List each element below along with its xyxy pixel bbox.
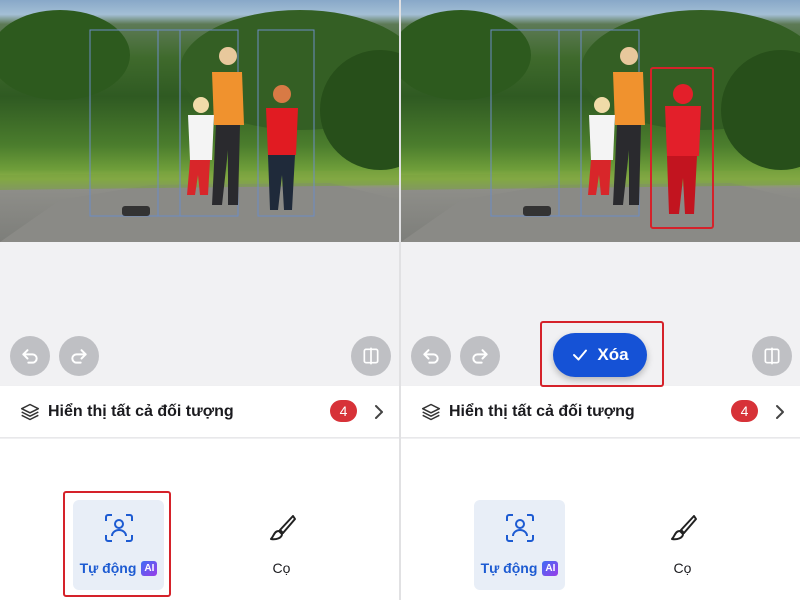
undo-button[interactable] [10,336,50,376]
chevron-right-icon [375,405,383,419]
auto-tool-button[interactable]: Tự động AI [474,500,565,590]
person-scan-icon [505,514,534,542]
brush-tool-button[interactable]: Cọ [236,500,327,590]
compare-icon [363,347,379,365]
auto-tool-text: Tự động [79,560,137,576]
ai-badge: AI [542,560,559,576]
show-all-objects-label: Hiển thị tất cả đối tượng [48,402,234,420]
family-running-photo-selected [401,10,800,242]
redo-icon [71,349,87,364]
auto-tool-label: Tự động AI [80,560,158,576]
photo-preview[interactable] [0,0,399,242]
redo-icon [472,349,488,364]
person-scan-icon [104,514,133,542]
compare-icon [764,347,780,365]
right-screen: Hiển thị tất cả đối tượng 4 Tự động AI C… [401,0,800,600]
brush-tool-label: Cọ [272,560,291,576]
show-all-objects-row[interactable]: Hiển thị tất cả đối tượng 4 [0,386,399,438]
redo-button[interactable] [59,336,99,376]
object-count-badge: 4 [330,400,357,422]
compare-button[interactable] [351,336,391,376]
left-screen: Hiển thị tất cả đối tượng 4 Tự động AI C… [0,0,399,600]
photo-preview-selected[interactable] [401,0,800,242]
ai-badge: AI [141,560,158,576]
comparison-screenshot: Hiển thị tất cả đối tượng 4 Tự động AI C… [0,0,800,600]
tool-bar: Tự động AI Cọ [401,439,800,600]
brush-icon [670,515,697,541]
delete-button[interactable]: Xóa [553,333,647,377]
auto-tool-label: Tự động AI [481,560,559,576]
show-all-objects-label: Hiển thị tất cả đối tượng [449,402,635,420]
layers-icon [20,403,40,420]
auto-tool-text: Tự động [480,560,538,576]
auto-tool-button[interactable]: Tự động AI [73,500,164,590]
brush-icon [269,515,296,541]
brush-tool-button[interactable]: Cọ [637,500,728,590]
check-icon [573,349,588,361]
compare-button[interactable] [752,336,792,376]
redo-button[interactable] [460,336,500,376]
chevron-right-icon [776,405,784,419]
undo-icon [22,349,38,364]
brush-tool-label: Cọ [673,560,692,576]
object-count-badge: 4 [731,400,758,422]
show-all-objects-row[interactable]: Hiển thị tất cả đối tượng 4 [401,386,800,438]
tool-bar: Tự động AI Cọ [0,439,399,600]
layers-icon [421,403,441,420]
delete-button-label: Xóa [597,345,629,364]
undo-button[interactable] [411,336,451,376]
family-running-photo [0,10,399,242]
undo-icon [423,349,439,364]
